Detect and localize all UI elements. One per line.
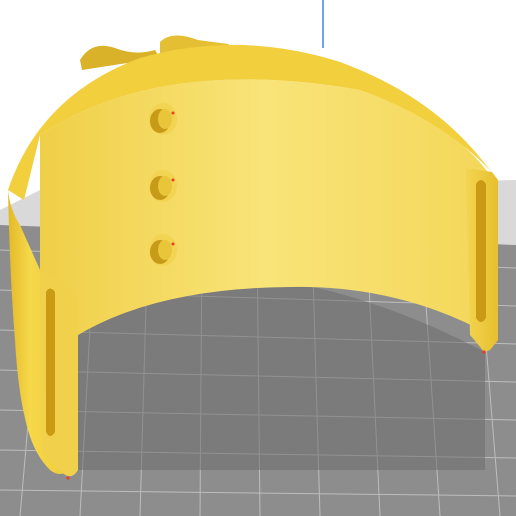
scene-canvas[interactable] <box>0 0 516 516</box>
right-end-slot <box>476 180 486 322</box>
mount-hole-middle <box>149 170 177 202</box>
clamp-left-end-tab <box>40 270 78 477</box>
clamp-model[interactable] <box>8 35 498 480</box>
mount-hole-bottom <box>149 234 177 266</box>
mount-hole-top <box>149 103 177 135</box>
3d-viewport[interactable] <box>0 0 516 516</box>
mount-holes <box>149 103 177 266</box>
left-end-slot <box>46 288 55 436</box>
